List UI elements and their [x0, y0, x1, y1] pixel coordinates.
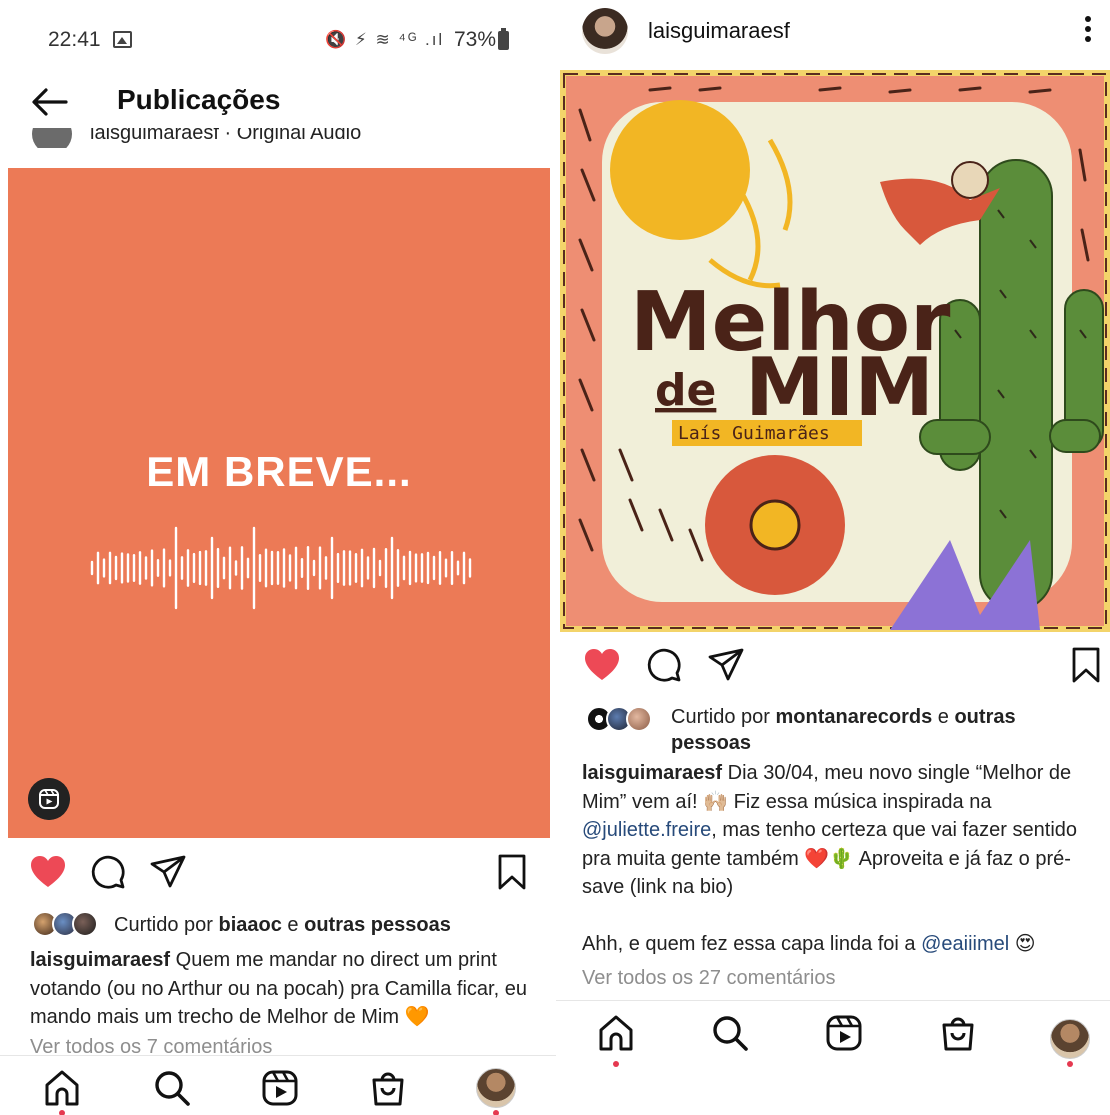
reels-badge-icon[interactable] — [28, 778, 70, 820]
right-screenshot: laisguimaraesf Melhor de MIM Laís Guimar… — [556, 0, 1110, 1115]
caption-text-part3: Ahh, e quem fez essa capa linda foi a — [582, 933, 922, 955]
album-artist: Laís Guimarães — [678, 423, 830, 444]
back-arrow-icon[interactable] — [30, 86, 70, 118]
view-comments-link[interactable]: Ver todos os 7 comentários — [30, 1036, 272, 1056]
liked-by-others[interactable]: outras pessoas — [304, 914, 451, 936]
album-title-de: de — [655, 365, 716, 416]
post-caption: laisguimaraesf Quem me mandar no direct … — [30, 946, 535, 1032]
author-avatar[interactable] — [32, 128, 72, 148]
post-actions — [0, 852, 556, 892]
heart-icon[interactable] — [28, 852, 68, 892]
audio-waveform — [90, 526, 472, 610]
liked-by-user[interactable]: biaaoc — [219, 914, 282, 936]
send-icon[interactable] — [706, 645, 746, 685]
profile-avatar[interactable] — [476, 1068, 516, 1108]
avatar — [626, 706, 652, 732]
liked-by-text[interactable]: Curtido por biaaoc e outras pessoas — [114, 914, 451, 937]
status-time: 22:41 — [48, 28, 101, 51]
bottom-nav — [0, 1055, 556, 1115]
caption-mention[interactable]: @eaiiimel — [921, 933, 1009, 955]
shop-icon[interactable] — [368, 1068, 408, 1108]
more-icon[interactable] — [1076, 14, 1100, 44]
profile-activity-dot — [1067, 1061, 1073, 1067]
liked-by-prefix: Curtido por — [114, 914, 219, 936]
home-activity-dot — [613, 1061, 619, 1067]
comment-icon[interactable] — [644, 645, 684, 685]
liked-by-avatars[interactable] — [32, 911, 112, 939]
profile-activity-dot — [493, 1110, 499, 1115]
battery-icon — [498, 28, 509, 50]
heart-icon[interactable] — [582, 645, 622, 685]
post-caption: laisguimaraesf Dia 30/04, meu novo singl… — [582, 759, 1092, 959]
reels-icon[interactable] — [824, 1013, 864, 1053]
reel-author-row[interactable]: laisguimaraesf · Original Audio — [30, 128, 550, 148]
caption-username[interactable]: laisguimaraesf — [30, 949, 170, 971]
page-title: Publicações — [117, 84, 281, 115]
home-icon[interactable] — [596, 1013, 636, 1053]
left-screenshot: 22:41 🔇 ⚡ ≋ ⁴ᴳ .ıl 73% Publicações laisg… — [0, 0, 556, 1115]
search-icon[interactable] — [152, 1068, 192, 1108]
liked-by-avatars[interactable] — [586, 706, 666, 734]
liked-by-middle: e — [932, 706, 955, 728]
profile-avatar[interactable] — [1050, 1019, 1090, 1059]
post-actions — [556, 645, 1110, 685]
reel-video[interactable]: EM BREVE... — [8, 168, 550, 838]
liked-by-middle: e — [281, 914, 305, 936]
caption-mention[interactable]: @juliette.freire — [582, 819, 711, 841]
send-icon[interactable] — [148, 852, 188, 892]
author-audio-label: laisguimaraesf · Original Audio — [90, 128, 362, 144]
avatar — [72, 911, 98, 937]
album-cover-image[interactable]: Melhor de MIM Laís Guimarães — [560, 70, 1110, 632]
bookmark-icon[interactable] — [492, 852, 532, 892]
reels-icon[interactable] — [260, 1068, 300, 1108]
shop-icon[interactable] — [938, 1013, 978, 1053]
status-icons: 🔇 ⚡ ≋ ⁴ᴳ .ıl — [325, 30, 445, 49]
liked-by-text[interactable]: Curtido por montanarecords e outras pess… — [671, 704, 1071, 756]
post-author-username[interactable]: laisguimaraesf — [648, 18, 790, 44]
home-activity-dot — [59, 1110, 65, 1115]
status-bar: 22:41 🔇 ⚡ ≋ ⁴ᴳ .ıl 73% — [0, 20, 556, 60]
bottom-nav — [556, 1000, 1110, 1067]
search-icon[interactable] — [710, 1013, 750, 1053]
bookmark-icon[interactable] — [1066, 645, 1106, 685]
liked-by-user[interactable]: montanarecords — [776, 706, 933, 728]
reel-caption: EM BREVE... — [146, 448, 412, 495]
liked-by-prefix: Curtido por — [671, 706, 776, 728]
caption-text-part4: 😍 — [1009, 933, 1036, 955]
caption-username[interactable]: laisguimaraesf — [582, 762, 722, 784]
battery-percent: 73% — [454, 28, 497, 51]
gallery-icon — [113, 31, 132, 48]
home-icon[interactable] — [42, 1068, 82, 1108]
comment-icon[interactable] — [88, 852, 128, 892]
view-comments-link[interactable]: Ver todos os 27 comentários — [582, 967, 835, 990]
post-author-avatar[interactable] — [582, 8, 628, 54]
